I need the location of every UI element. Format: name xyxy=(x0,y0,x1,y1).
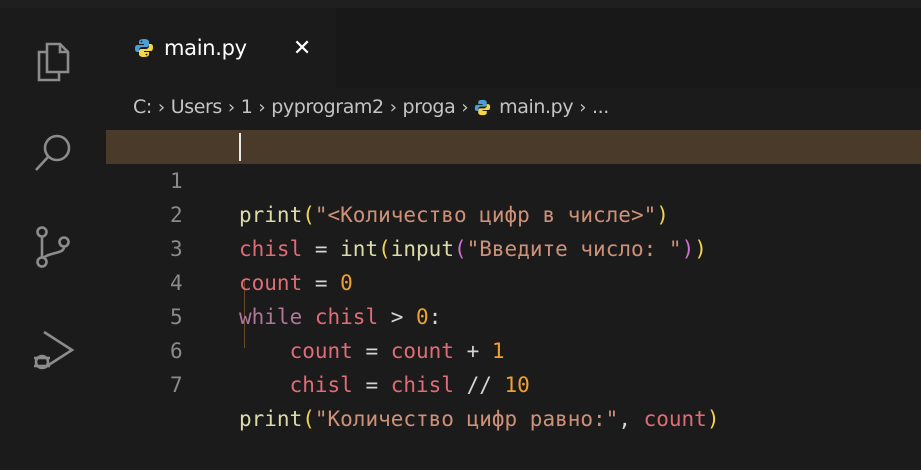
tab-bar-empty-space xyxy=(336,8,921,88)
search-icon[interactable] xyxy=(30,130,76,176)
code-line-2[interactable]: 2 chisl = int(input("Введите число: ")) xyxy=(106,164,921,261)
editor-area: main.py ✕ C: › Users › 1 › pyprogram2 › … xyxy=(106,8,921,431)
title-bar-strip xyxy=(0,0,921,8)
close-icon[interactable]: ✕ xyxy=(293,36,311,61)
code-editor[interactable]: 1 print("<Количество цифр в числе>") 2 c… xyxy=(106,126,921,431)
python-icon xyxy=(134,38,154,58)
code-line-1[interactable]: 1 print("<Количество цифр в числе>") xyxy=(106,130,921,227)
breadcrumb-item-users[interactable]: Users xyxy=(171,96,223,118)
line-number: 7 xyxy=(170,373,183,397)
breadcrumb-item-drive[interactable]: C: xyxy=(133,96,152,118)
explorer-icon[interactable] xyxy=(30,38,76,84)
code-line-5[interactable]: 5 count = count + 1 xyxy=(106,266,921,363)
breadcrumb-item-pyprogram2[interactable]: pyprogram2 xyxy=(271,96,384,118)
breadcrumb: C: › Users › 1 › pyprogram2 › proga › ma… xyxy=(133,93,609,121)
code-text: print("Количество цифр равно:", count) xyxy=(239,407,720,431)
breadcrumb-item-symbols[interactable]: ... xyxy=(592,96,609,118)
code-line-3[interactable]: 3 count = 0 xyxy=(106,198,921,295)
tab-label: main.py xyxy=(164,36,247,60)
chevron-right-icon: › xyxy=(579,96,586,118)
code-line-6[interactable]: 6 chisl = chisl // 10 xyxy=(106,300,921,397)
activity-bar xyxy=(0,8,106,427)
chevron-right-icon: › xyxy=(258,96,266,118)
source-control-icon[interactable] xyxy=(30,224,76,270)
chevron-right-icon: › xyxy=(461,96,469,118)
tab-bar: main.py ✕ xyxy=(106,8,921,88)
code-text: chisl = chisl // 10 xyxy=(289,373,530,397)
text-cursor xyxy=(239,133,241,161)
run-debug-icon[interactable] xyxy=(30,328,76,374)
code-line-7[interactable]: 7 print("Количество цифр равно:", count) xyxy=(106,334,921,431)
breadcrumb-item-file[interactable]: main.py xyxy=(499,96,573,118)
breadcrumb-item-proga[interactable]: proga xyxy=(403,96,456,118)
chevron-right-icon: › xyxy=(389,96,397,118)
code-line-4[interactable]: 4 while chisl > 0: xyxy=(106,232,921,329)
chevron-right-icon: › xyxy=(157,96,165,118)
breadcrumb-item-1[interactable]: 1 xyxy=(241,96,253,118)
tab-main-py[interactable]: main.py ✕ xyxy=(106,8,336,88)
python-icon xyxy=(474,99,491,116)
chevron-right-icon: › xyxy=(227,96,235,118)
